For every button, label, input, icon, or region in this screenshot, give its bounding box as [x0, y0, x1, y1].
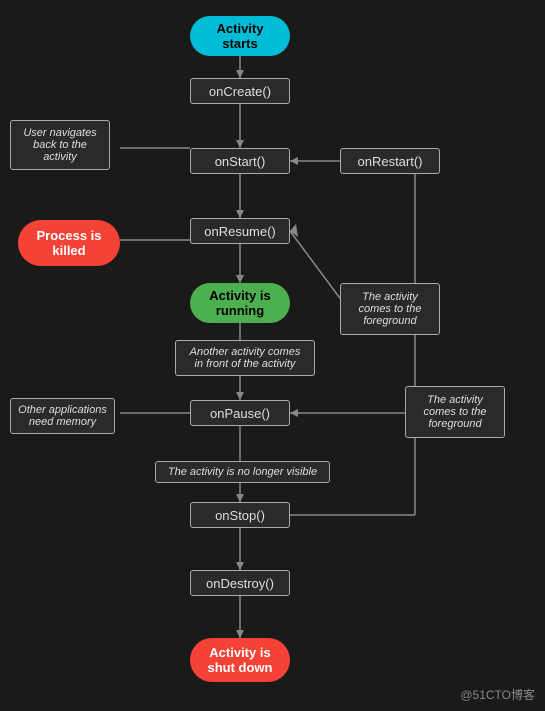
onstart-node: onStart() — [190, 148, 290, 174]
ondestroy-label: onDestroy() — [206, 576, 274, 591]
ondestroy-node: onDestroy() — [190, 570, 290, 596]
process-killed-label: Process is killed — [36, 228, 101, 258]
onresume-node: onResume() — [190, 218, 290, 244]
another-activity-label: Another activity comes in front of the a… — [190, 346, 301, 370]
activity-running-label: Activity is running — [209, 288, 270, 318]
activity-shutdown-label: Activity is shut down — [208, 645, 273, 675]
other-apps-note: Other applications need memory — [10, 398, 115, 434]
oncreate-label: onCreate() — [209, 84, 271, 99]
user-navigates-label: User navigates back to the activity — [23, 127, 96, 163]
activity-shutdown-node: Activity is shut down — [190, 638, 290, 682]
oncreate-node: onCreate() — [190, 78, 290, 104]
no-longer-visible-note: The activity is no longer visible — [155, 461, 330, 483]
onrestart-node: onRestart() — [340, 148, 440, 174]
activity-foreground-1-label: The activity comes to the foreground — [359, 291, 422, 327]
user-navigates-note: User navigates back to the activity — [10, 120, 110, 170]
activity-foreground-2-label: The activity comes to the foreground — [424, 394, 487, 430]
onstop-node: onStop() — [190, 502, 290, 528]
onrestart-label: onRestart() — [357, 154, 422, 169]
other-apps-label: Other applications need memory — [18, 404, 107, 428]
activity-running-node: Activity is running — [190, 283, 290, 323]
activity-starts-node: Activity starts — [190, 16, 290, 56]
another-activity-note: Another activity comes in front of the a… — [175, 340, 315, 376]
watermark: @51CTO博客 — [460, 686, 535, 703]
onstart-label: onStart() — [215, 154, 266, 169]
onpause-node: onPause() — [190, 400, 290, 426]
process-killed-node: Process is killed — [18, 220, 120, 266]
onresume-label: onResume() — [204, 224, 276, 239]
activity-foreground-1-note: The activity comes to the foreground — [340, 283, 440, 335]
no-longer-visible-label: The activity is no longer visible — [168, 466, 317, 478]
activity-foreground-2-note: The activity comes to the foreground — [405, 386, 505, 438]
activity-starts-label: Activity starts — [217, 21, 264, 51]
onpause-label: onPause() — [210, 406, 270, 421]
onstop-label: onStop() — [215, 508, 265, 523]
